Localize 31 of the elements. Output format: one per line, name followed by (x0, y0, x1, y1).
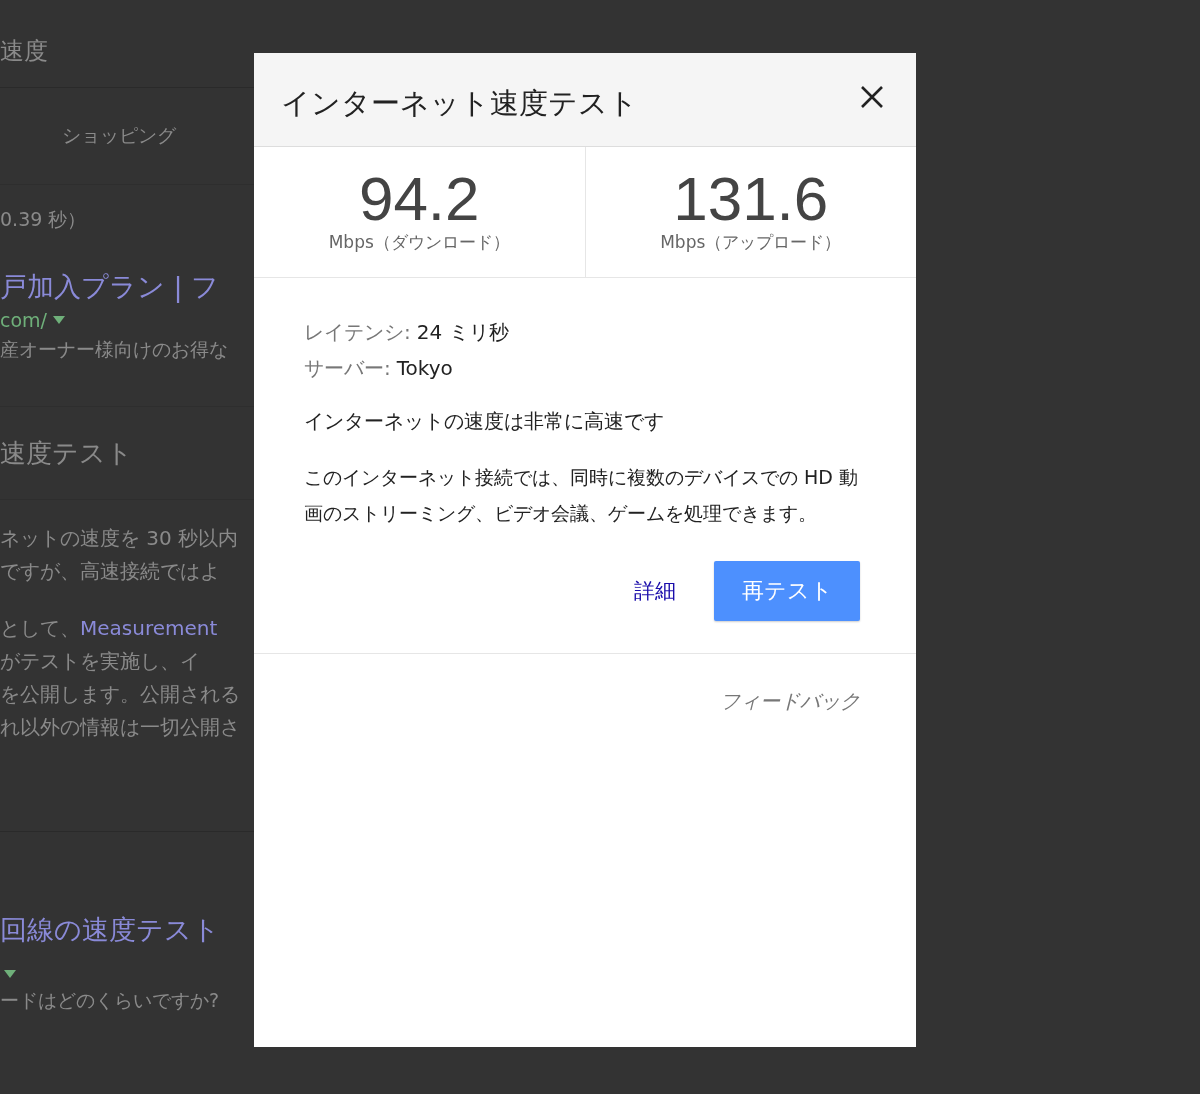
speed-value: 94.2 (358, 169, 480, 229)
dropdown-icon[interactable] (4, 970, 16, 978)
dropdown-icon[interactable] (53, 316, 65, 324)
speed-unit: Mbps（アップロード） (660, 231, 842, 254)
speed-value: 131.6 (673, 169, 829, 229)
detail-value: Tokyo (396, 356, 453, 380)
result-stats: 0.39 秒） (0, 207, 88, 232)
detail-label: サーバー: (304, 356, 391, 380)
card-text: として、 (0, 616, 80, 640)
result-snippet: ードはどのくらいですか? (0, 988, 221, 1013)
speed-description: このインターネット接続では、同時に複数のデバイスでの HD 動画のストリーミング、ビデオ会議、ゲームを処理できます。 (304, 465, 859, 526)
result-snippet: 産オーナー様向けのお得な (0, 337, 229, 362)
result-title-link[interactable]: 回線の速度テスト (0, 912, 254, 948)
search-tab[interactable]: ショッピング (62, 123, 176, 149)
card-text: を公開します。公開される (0, 682, 240, 706)
speed-summary: インターネットの速度は非常に高速です (304, 408, 665, 435)
detail-value: 24 ミリ秒 (416, 320, 509, 344)
details-link[interactable]: 詳細 (634, 577, 676, 605)
card-text: ネットの速度を 30 秒以内 (0, 526, 239, 550)
card-text: ですが、高速接続ではよ (0, 559, 220, 583)
card-text: がテストを実施し、イ (0, 649, 200, 673)
result-title-link[interactable]: 戸加入プラン | フ (0, 269, 254, 305)
result-url: com/ (0, 309, 47, 331)
card-text: れ以外の情報は一切公開さ (0, 715, 240, 739)
detail-label: レイテンシ: (304, 320, 411, 344)
dialog-title: インターネット速度テスト (281, 84, 638, 122)
close-icon[interactable] (860, 84, 884, 109)
retest-button[interactable]: 再テスト (714, 561, 860, 621)
speed-unit: Mbps（ダウンロード） (328, 231, 510, 254)
feedback-link[interactable]: フィードバック (720, 688, 860, 715)
card-link[interactable]: Measurement (80, 616, 218, 640)
